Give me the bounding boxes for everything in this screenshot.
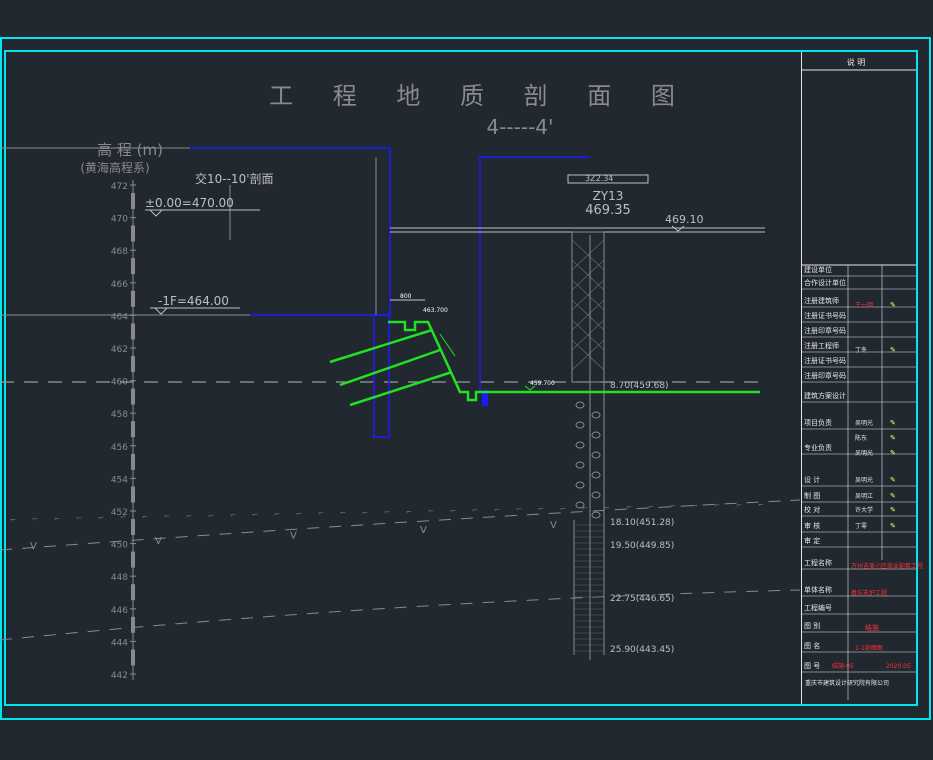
signature-mark: ✎ xyxy=(890,476,896,484)
signature-mark: ✎ xyxy=(890,434,896,442)
project-name: 万州吉美小区商业配套工程 xyxy=(851,562,923,570)
title-block-row-label: 项目负责 xyxy=(804,418,832,427)
drawing-name: 1-1剖面图 xyxy=(855,644,883,652)
title-block-row-label: 建筑方案设计 xyxy=(804,391,846,400)
signature-mark: ✎ xyxy=(890,506,896,514)
title-block-row-label: 图 别 xyxy=(804,621,820,630)
title-block-row-label: 注册证书号码 xyxy=(804,356,846,365)
title-block-row-label: 注册印章号码 xyxy=(804,326,846,335)
signature-mark: ✎ xyxy=(890,346,896,354)
title-block-header: 说 明 xyxy=(847,57,866,67)
signature-mark: ✎ xyxy=(890,492,896,500)
title-block-row-label: 图 名 xyxy=(804,641,820,650)
title-block-row-label: 注册证书号码 xyxy=(804,311,846,320)
drawing-date: 2020.05 xyxy=(886,663,911,670)
title-block-value: 吴明光 xyxy=(855,476,873,484)
title-block-row-label: 校 对 xyxy=(804,505,820,514)
title-block-row-label: 注册工程师 xyxy=(804,341,839,350)
title-block-value: 王一明 xyxy=(855,302,873,309)
title-block-row-label: 注册建筑师 xyxy=(804,296,839,305)
title-block-row-label: 图 号 xyxy=(804,662,820,670)
title-block-text: 说 明 建设单位合作设计单位注册建筑师注册证书号码注册印章号码注册工程师注册证书… xyxy=(804,57,923,687)
title-block-row-label: 审 定 xyxy=(804,536,820,545)
title-block-value: 丁零 xyxy=(855,523,867,530)
drawing-number: 结施-05 xyxy=(832,662,854,670)
title-block-row-label: 工程编号 xyxy=(804,603,832,612)
title-block-value: 丁冬 xyxy=(855,346,867,354)
title-block-row-label: 建设单位 xyxy=(804,265,832,274)
signature-mark: ✎ xyxy=(890,522,896,530)
drawing-category: 结施 xyxy=(865,623,879,632)
title-block-row-label: 制 图 xyxy=(804,491,820,500)
signature-mark: ✎ xyxy=(890,449,896,457)
building-name: 基坑支护工程 xyxy=(851,589,887,597)
title-block-rows: 建设单位合作设计单位注册建筑师注册证书号码注册印章号码注册工程师注册证书号码注册… xyxy=(804,265,896,670)
title-block-row-label: 审 核 xyxy=(804,521,820,530)
company-name: 重庆市建筑设计研究院有限公司 xyxy=(805,679,889,687)
signature-mark: ✎ xyxy=(890,301,896,309)
title-block-value: 许大学 xyxy=(855,506,873,514)
title-block-row-label: 工程名称 xyxy=(804,558,832,567)
signature-mark: ✎ xyxy=(890,419,896,427)
title-block-row-label: 单体名称 xyxy=(804,585,832,594)
title-block-row-label: 注册印章号码 xyxy=(804,371,846,380)
title-block-row-label: 专业负责 xyxy=(804,443,832,452)
title-block-value: 吴明光 xyxy=(855,449,873,457)
title-block-value: 吴明江 xyxy=(855,493,873,500)
title-block-value: 吴明光 xyxy=(855,419,873,427)
title-block-row-label: 合作设计单位 xyxy=(804,278,846,287)
title-block-row-label: 设 计 xyxy=(804,475,820,484)
title-block-value: 陈东 xyxy=(855,434,867,442)
